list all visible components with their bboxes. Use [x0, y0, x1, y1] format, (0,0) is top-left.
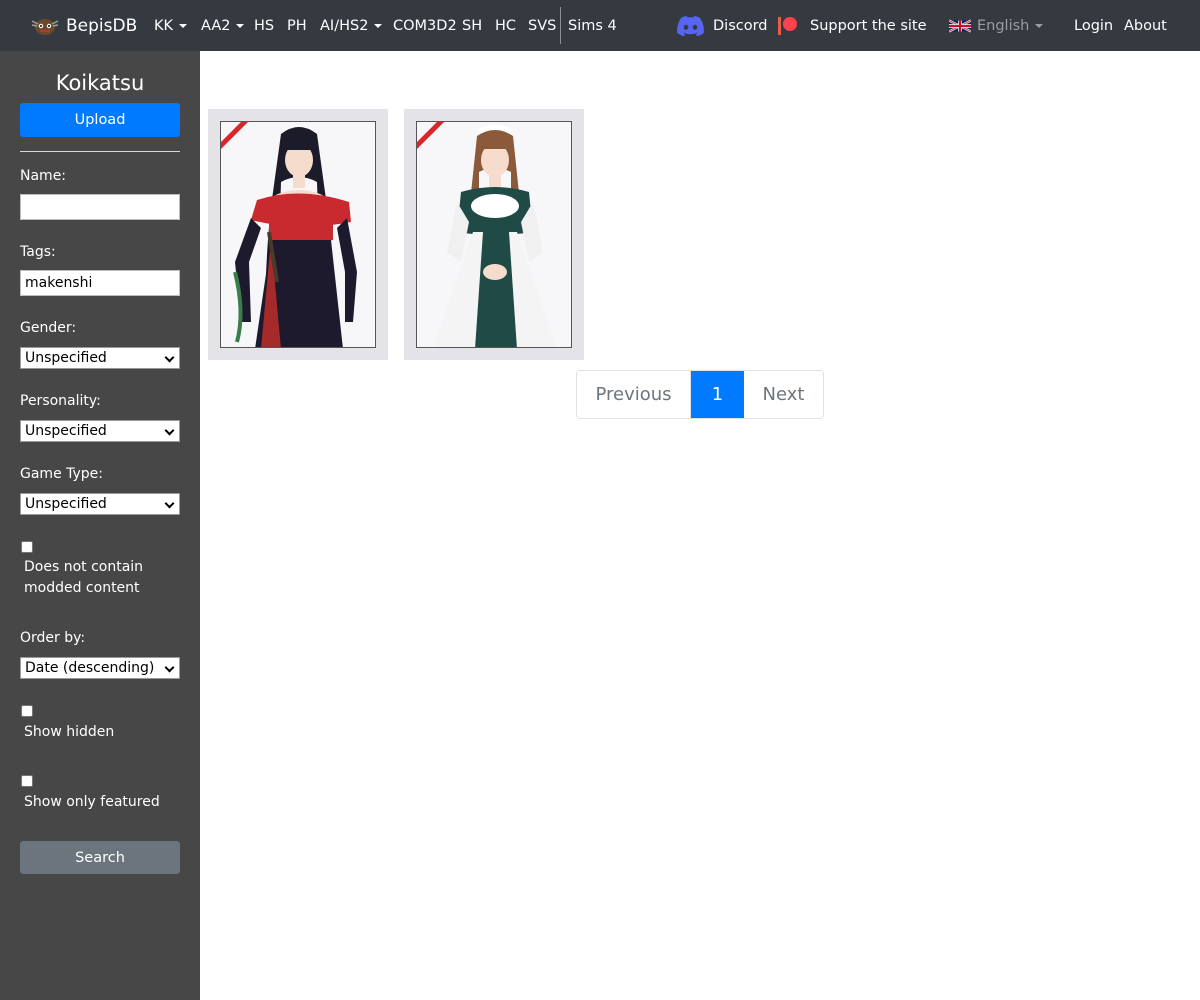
nav-ai-hs2-label: AI/HS2 — [320, 17, 369, 34]
language-label: English — [977, 17, 1030, 34]
personality-label: Personality: — [20, 393, 101, 409]
name-input[interactable] — [20, 194, 180, 220]
sidebar-title: Koikatsu — [55, 71, 145, 95]
login-label: Login — [1074, 17, 1114, 34]
nav-kk[interactable]: KK — [154, 0, 188, 51]
gender-label: Gender: — [20, 320, 77, 336]
bepis-logo-icon — [30, 15, 60, 37]
tags-input[interactable] — [20, 270, 180, 296]
personality-select[interactable]: Unspecified — [20, 420, 180, 442]
support-label: Support the site — [810, 17, 927, 34]
no-modded-label: Does not contain modded content — [24, 559, 144, 596]
support-link[interactable]: Support the site — [778, 0, 927, 51]
nav-ai-hs2[interactable]: AI/HS2 — [320, 0, 383, 51]
character-portrait-icon — [233, 127, 357, 347]
nav-aa2-label: AA2 — [201, 17, 231, 34]
sidebar-divider — [20, 151, 180, 152]
next-page-button[interactable]: Next — [744, 371, 823, 418]
character-card[interactable] — [208, 109, 388, 360]
upload-button[interactable]: Upload — [20, 103, 180, 137]
chevron-down-icon — [165, 353, 175, 363]
gametype-label: Game Type: — [20, 466, 104, 482]
nav-hs-label: HS — [254, 17, 275, 34]
nav-hc-label: HC — [495, 17, 517, 34]
character-portrait-icon — [433, 124, 557, 347]
language-dropdown[interactable]: English — [949, 0, 1044, 51]
nav-sh[interactable]: SH — [462, 0, 482, 51]
name-label: Name: — [20, 168, 67, 184]
no-modded-checkbox[interactable] — [21, 541, 33, 553]
discord-label: Discord — [713, 17, 768, 34]
navbar: BepisDB KK AA2 HS PH AI/HS2 COM3D2 SH HC… — [0, 0, 1200, 51]
brand-text: BepisDB — [66, 15, 138, 36]
gender-select[interactable]: Unspecified — [20, 347, 180, 369]
search-button[interactable]: Search — [20, 841, 180, 874]
gametype-select-value: Unspecified — [25, 496, 107, 512]
nav-divider — [560, 7, 561, 44]
discord-icon — [677, 15, 704, 36]
brand-link[interactable]: BepisDB — [30, 0, 137, 51]
search-sidebar: Koikatsu Upload Name: Tags: Gender: Unsp… — [0, 51, 200, 1000]
about-label: About — [1124, 17, 1167, 34]
caret-down-icon — [1035, 23, 1044, 28]
order-label: Order by: — [20, 630, 86, 646]
order-select-value: Date (descending) — [25, 660, 155, 676]
nav-kk-label: KK — [154, 17, 174, 34]
chevron-down-icon — [165, 663, 175, 673]
login-link[interactable]: Login — [1074, 0, 1113, 51]
nav-svs-label: SVS — [528, 17, 557, 34]
nav-hs[interactable]: HS — [254, 0, 274, 51]
nav-sims4[interactable]: Sims 4 — [568, 0, 617, 51]
previous-page-button[interactable]: Previous — [577, 371, 691, 418]
gender-select-value: Unspecified — [25, 350, 107, 366]
tags-label: Tags: — [20, 244, 56, 260]
nav-com3d2[interactable]: COM3D2 — [393, 0, 457, 51]
nav-aa2[interactable]: AA2 — [201, 0, 245, 51]
pagination: Previous 1 Next — [576, 370, 824, 419]
order-select[interactable]: Date (descending) — [20, 657, 180, 679]
page-1-button[interactable]: 1 — [691, 371, 744, 418]
show-featured-checkbox[interactable] — [21, 775, 33, 787]
gametype-select[interactable]: Unspecified — [20, 493, 180, 515]
show-hidden-checkbox[interactable] — [21, 705, 33, 717]
character-card-image — [220, 121, 376, 348]
nav-ph-label: PH — [287, 17, 307, 34]
caret-down-icon — [236, 23, 245, 28]
nav-ph[interactable]: PH — [287, 0, 307, 51]
personality-select-value: Unspecified — [25, 423, 107, 439]
show-featured-label: Show only featured — [24, 794, 160, 810]
nav-sh-label: SH — [462, 17, 483, 34]
nav-com3d2-label: COM3D2 — [393, 17, 457, 34]
nav-hc[interactable]: HC — [495, 0, 516, 51]
caret-down-icon — [374, 23, 383, 28]
discord-link[interactable]: Discord — [677, 0, 768, 51]
patreon-icon — [778, 16, 798, 36]
caret-down-icon — [179, 23, 188, 28]
nav-sims4-label: Sims 4 — [568, 17, 617, 34]
chevron-down-icon — [165, 426, 175, 436]
chevron-down-icon — [165, 499, 175, 509]
show-hidden-label: Show hidden — [24, 724, 115, 740]
nav-svs[interactable]: SVS — [528, 0, 556, 51]
character-card-image — [416, 121, 572, 348]
uk-flag-icon — [949, 19, 971, 33]
character-card[interactable] — [404, 109, 584, 360]
about-link[interactable]: About — [1124, 0, 1167, 51]
